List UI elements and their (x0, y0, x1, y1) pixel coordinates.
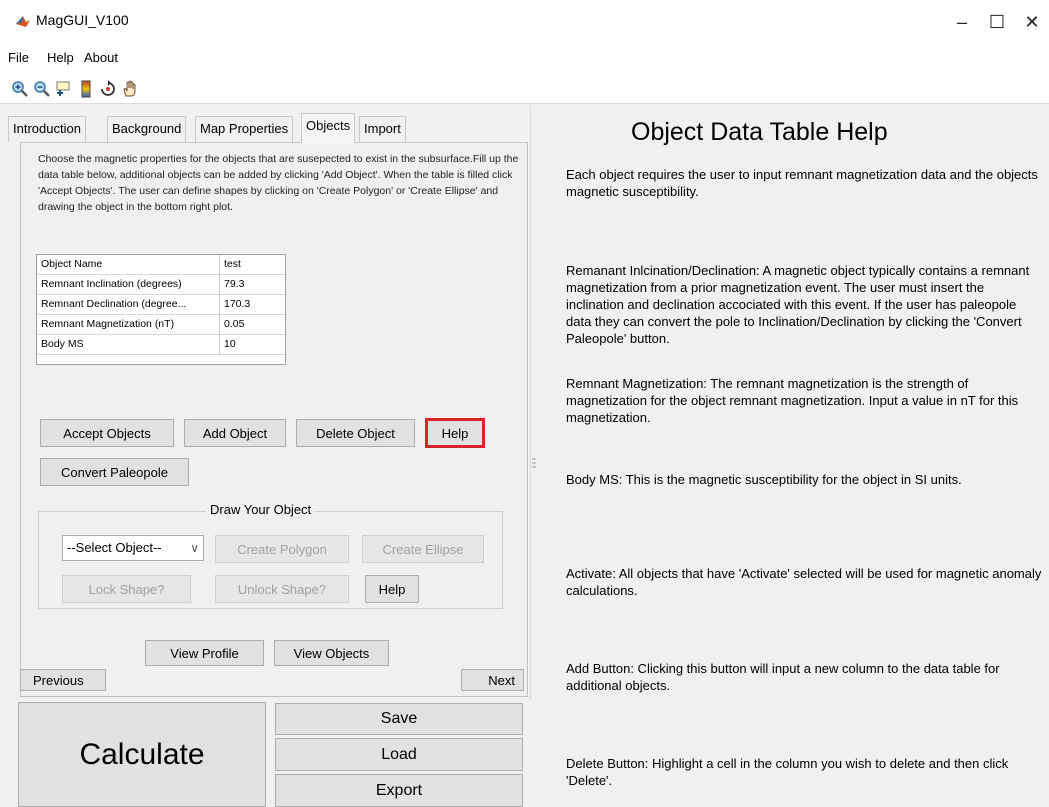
pan-icon[interactable] (120, 79, 140, 99)
menu-file[interactable]: File (8, 50, 29, 65)
zoom-out-icon[interactable] (32, 79, 52, 99)
create-ellipse-button[interactable]: Create Ellipse (362, 535, 484, 563)
object-data-table[interactable]: Object Name test Remnant Inclination (de… (36, 254, 286, 365)
help-title: Object Data Table Help (631, 118, 888, 146)
zoom-in-icon[interactable] (10, 79, 30, 99)
table-row-label: Remnant Inclination (degrees) (37, 275, 219, 295)
help-paragraph: Remanant Inlcination/Declination: A magn… (566, 263, 1030, 346)
table-row-label: Remnant Magnetization (nT) (37, 315, 219, 335)
menu-about[interactable]: About (84, 50, 118, 65)
menu-bar (0, 42, 1049, 74)
window-title: MagGUI_V100 (36, 12, 129, 28)
create-polygon-button[interactable]: Create Polygon (215, 535, 349, 563)
table-cell-body-ms[interactable]: 10 (220, 335, 285, 355)
tab-import[interactable]: Import (359, 116, 406, 142)
view-profile-button[interactable]: View Profile (145, 640, 264, 666)
instructions-text: Choose the magnetic properties for the o… (38, 153, 519, 213)
table-cell-inclination[interactable]: 79.3 (220, 275, 285, 295)
tab-background[interactable]: Background (107, 116, 187, 142)
calculate-button[interactable]: Calculate (18, 702, 266, 807)
help-paragraph: Delete Button: Highlight a cell in the c… (566, 756, 1009, 788)
help-paragraph: Body MS: This is the magnetic susceptibi… (566, 472, 962, 487)
add-object-button[interactable]: Add Object (184, 419, 286, 447)
data-tip-icon[interactable] (54, 79, 74, 99)
next-button[interactable]: Next (461, 669, 524, 691)
table-cell-object-name[interactable]: test (220, 255, 285, 275)
draw-help-button[interactable]: Help (365, 575, 419, 603)
table-row-label: Object Name (37, 255, 219, 275)
lock-shape-button[interactable]: Lock Shape? (62, 575, 191, 603)
toolbar (0, 74, 1049, 104)
chevron-down-icon: ∨ (190, 541, 199, 555)
help-button[interactable]: Help (425, 418, 485, 448)
colorbar-icon[interactable] (76, 79, 96, 99)
minimize-button[interactable]: – (947, 10, 977, 34)
maximize-button[interactable]: ☐ (982, 10, 1012, 34)
load-button[interactable]: Load (275, 738, 523, 771)
table-row-label: Remnant Declination (degree... (37, 295, 219, 315)
save-button[interactable]: Save (275, 703, 523, 735)
select-object-value: --Select Object-- (67, 540, 162, 555)
help-paragraph: Each object requires the user to input r… (566, 167, 1038, 199)
export-button[interactable]: Export (275, 774, 523, 807)
rotate-icon[interactable] (98, 79, 118, 99)
table-cell-declination[interactable]: 170.3 (220, 295, 285, 315)
draw-object-title: Draw Your Object (206, 502, 316, 517)
tab-introduction[interactable]: Introduction (8, 116, 86, 142)
table-row-label: Body MS (37, 335, 219, 355)
matlab-icon (15, 13, 31, 29)
help-panel (537, 105, 1049, 807)
delete-object-button[interactable]: Delete Object (296, 419, 415, 447)
previous-button[interactable]: Previous (20, 669, 106, 691)
title-bar (0, 0, 1049, 42)
help-paragraph: Add Button: Clicking this button will in… (566, 661, 1000, 693)
table-cell-magnetization[interactable]: 0.05 (220, 315, 285, 335)
close-button[interactable]: ✕ (1017, 10, 1047, 34)
view-objects-button[interactable]: View Objects (274, 640, 389, 666)
tab-objects[interactable]: Objects (301, 113, 356, 143)
accept-objects-button[interactable]: Accept Objects (40, 419, 174, 447)
select-object-dropdown[interactable]: --Select Object-- ∨ (62, 535, 204, 561)
unlock-shape-button[interactable]: Unlock Shape? (215, 575, 349, 603)
tab-map-properties[interactable]: Map Properties (195, 116, 294, 142)
menu-help[interactable]: Help (47, 50, 74, 65)
convert-paleopole-button[interactable]: Convert Paleopole (40, 458, 189, 486)
help-paragraph: Activate: All objects that have 'Activat… (566, 566, 1042, 598)
help-paragraph: Remnant Magnetization: The remnant magne… (566, 376, 1019, 425)
